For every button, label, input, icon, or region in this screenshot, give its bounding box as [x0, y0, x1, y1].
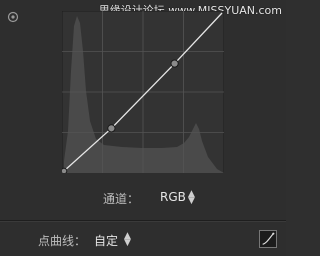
point-curve-label: 点曲线：: [38, 234, 87, 248]
tone-curve-panel: 思缘设计论坛 www.MISSYUAN.com 通道： RGB ▲▼ 点曲线： …: [0, 0, 286, 256]
tone-curve-graph[interactable]: [62, 11, 224, 173]
point-curve-row: 点曲线： 自定 ▲ ▼: [0, 232, 286, 250]
channel-row: 通道： RGB ▲ ▼: [0, 190, 286, 208]
channel-label: 通道：: [103, 192, 140, 206]
curve-control-point[interactable]: [170, 59, 179, 68]
target-adjustment-icon[interactable]: [7, 11, 19, 23]
channel-select[interactable]: RGB: [160, 190, 186, 204]
curve-control-point[interactable]: [62, 167, 68, 173]
point-curve-stepper-icon[interactable]: ▲ ▼: [124, 232, 131, 248]
channel-stepper-icon[interactable]: ▲ ▼: [188, 190, 195, 206]
point-curve-select[interactable]: 自定: [94, 232, 118, 249]
divider: [0, 220, 286, 222]
curve-icon[interactable]: [259, 230, 277, 248]
curve-control-point[interactable]: [107, 124, 116, 133]
